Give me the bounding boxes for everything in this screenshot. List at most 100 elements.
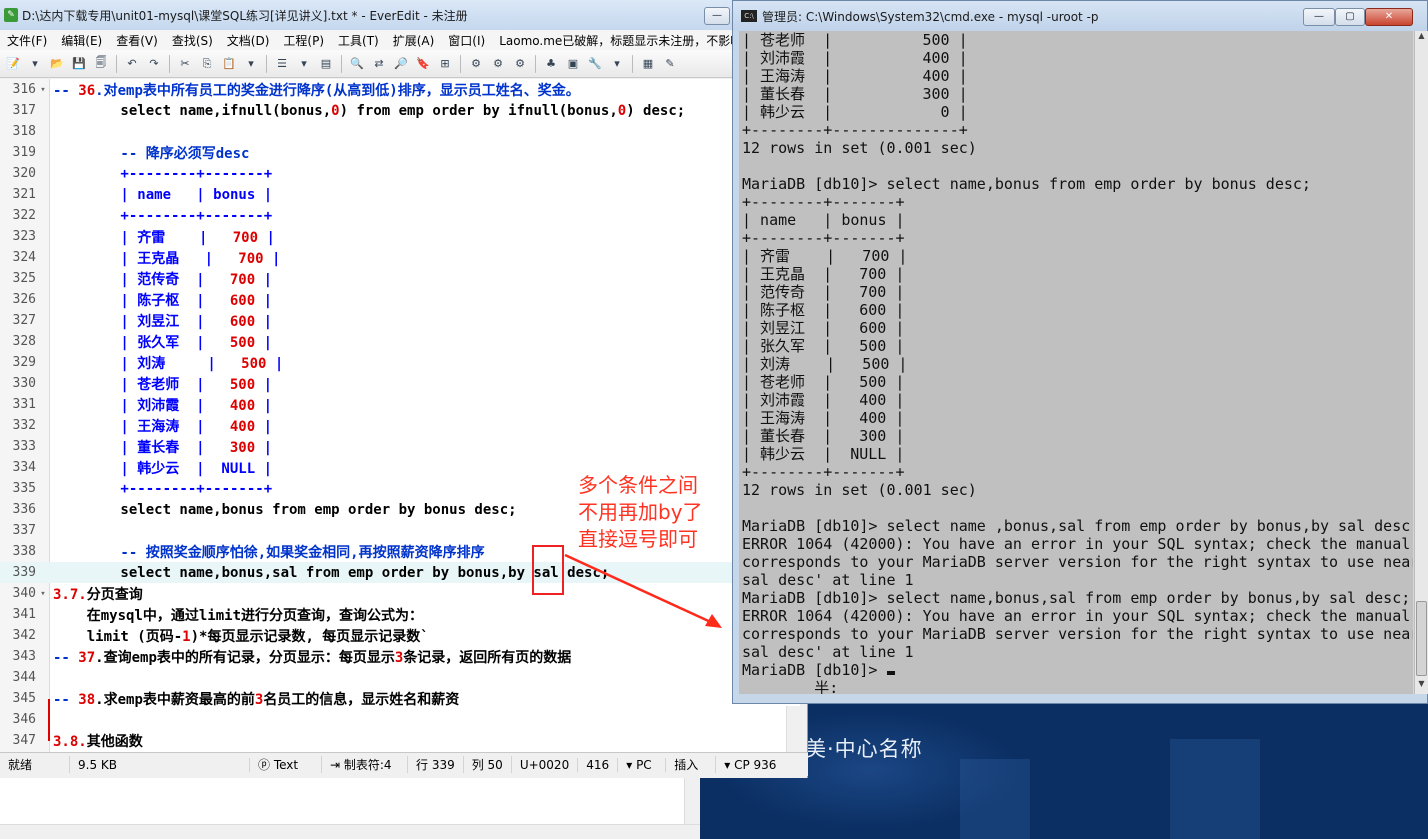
window-icon[interactable]: ▣	[564, 55, 582, 73]
find-in-files-icon[interactable]: 🔎	[392, 55, 410, 73]
macro-record-icon[interactable]: ⚙	[489, 55, 507, 73]
code-token: |	[255, 418, 273, 435]
bookmark-icon[interactable]: 🔖	[414, 55, 432, 73]
menu-item[interactable]: 文件(F)	[0, 32, 54, 49]
cut-icon[interactable]: ✂	[176, 55, 194, 73]
tools-icon[interactable]: 🔧	[586, 55, 604, 73]
code-line[interactable]: 345 -- 38.求emp表中薪资最高的前3名员工的信息，显示姓名和薪资	[0, 688, 800, 709]
code-line[interactable]: 346	[0, 709, 800, 730]
menu-item[interactable]: 文档(D)	[220, 32, 277, 49]
background-horizontal-scrollbar[interactable]	[0, 824, 700, 839]
code-line[interactable]: 347 3.8.其他函数	[0, 730, 800, 751]
code-line[interactable]: 331 | 刘沛霞 | 400 |	[0, 394, 800, 415]
code-line[interactable]: 323 | 齐雷 | 700 |	[0, 226, 800, 247]
code-line[interactable]: 322 +--------+-------+	[0, 205, 800, 226]
code-line[interactable]: 318	[0, 121, 800, 142]
background-vertical-scrollbar[interactable]	[684, 778, 700, 824]
code-line[interactable]: 333 | 董长春 | 300 |	[0, 436, 800, 457]
save-icon[interactable]: 💾	[70, 55, 88, 73]
cmd-console[interactable]: | 苍老师 | 500 | | 刘沛霞 | 400 | | 王海涛 | 400 | |…	[739, 31, 1413, 694]
undo-icon[interactable]: ↶	[123, 55, 141, 73]
format-icon[interactable]: ☰	[273, 55, 291, 73]
code-line[interactable]: 326 | 陈子枢 | 600 |	[0, 289, 800, 310]
copy-icon[interactable]: ⎘	[198, 55, 216, 73]
console-line: | 董长春 | 300 |	[742, 427, 905, 445]
desktop-watermark-text: 美·中心名称	[805, 737, 923, 761]
view-icon[interactable]: ▤	[317, 55, 335, 73]
status-eol[interactable]: ▾ PC	[618, 757, 667, 772]
editor-minimize-button[interactable]: —	[704, 7, 730, 25]
console-line: sal desc' at line 1	[742, 571, 914, 589]
scroll-up-icon[interactable]: ▲	[1415, 31, 1428, 44]
code-text: -- 降序必须写desc	[50, 143, 249, 163]
line-number: 335	[12, 481, 36, 496]
text-mode-label: Text	[273, 758, 299, 772]
minimize-button[interactable]: —	[1303, 8, 1335, 26]
menu-item[interactable]: 查看(V)	[109, 32, 165, 49]
paste-icon[interactable]: 📋	[220, 55, 238, 73]
dropdown-icon[interactable]: ▾	[608, 55, 626, 73]
fold-toggle-icon[interactable]: ▾	[36, 589, 50, 599]
console-line: ERROR 1064 (42000): You have an error in…	[742, 607, 1413, 625]
editor-vertical-scrollbar[interactable]	[786, 706, 800, 752]
save-all-icon[interactable]: 🗐	[92, 55, 110, 73]
code-line[interactable]: 317 select name,ifnull(bonus,0) from emp…	[0, 100, 800, 121]
code-line[interactable]: 330 | 苍老师 | 500 |	[0, 373, 800, 394]
everedit-window: ✎ D:\达内下载专用\unit01-mysql\课堂SQL练习[详见讲义].t…	[0, 0, 808, 778]
console-line: | 王海涛 | 400 |	[742, 409, 905, 427]
status-insert[interactable]: 插入	[666, 756, 717, 773]
cmd-scrollbar[interactable]: ▲ ▼	[1414, 31, 1428, 694]
menu-item[interactable]: 扩展(A)	[386, 32, 442, 49]
fold-toggle-icon[interactable]: ▾	[36, 85, 50, 95]
panel-icon[interactable]: ▦	[639, 55, 657, 73]
open-folder-icon[interactable]: 📂	[48, 55, 66, 73]
status-tab-size[interactable]: ⇥ 制表符:4	[322, 756, 408, 773]
code-line[interactable]: 344	[0, 667, 800, 688]
code-line[interactable]: 327 | 刘昱江 | 600 |	[0, 310, 800, 331]
code-line[interactable]: 325 | 范传奇 | 700 |	[0, 268, 800, 289]
tree-icon[interactable]: ⊞	[436, 55, 454, 73]
code-line[interactable]: 328 | 张久军 | 500 |	[0, 331, 800, 352]
status-codepage[interactable]: ▾ CP 936	[716, 758, 784, 772]
new-file-icon[interactable]: 📝	[4, 55, 22, 73]
code-token: | 董长春 |	[53, 439, 230, 456]
maximize-button[interactable]: ▢	[1335, 8, 1365, 26]
console-line: | 董长春 | 300 |	[742, 85, 968, 103]
editor-title-bar[interactable]: ✎ D:\达内下载专用\unit01-mysql\课堂SQL练习[详见讲义].t…	[0, 0, 807, 30]
code-line[interactable]: 320 +--------+-------+	[0, 163, 800, 184]
menu-item[interactable]: 窗口(I)	[441, 32, 492, 49]
menu-item[interactable]: 编辑(E)	[54, 32, 109, 49]
scroll-down-icon[interactable]: ▼	[1415, 679, 1428, 692]
code-line[interactable]: 321 | name | bonus |	[0, 184, 800, 205]
status-text-mode[interactable]: ⓟ Text	[250, 756, 322, 773]
codepage-label: CP 936	[734, 757, 777, 772]
status-ready: 就绪	[0, 756, 70, 773]
find-icon[interactable]: 🔍	[348, 55, 366, 73]
code-line[interactable]: 329 | 刘涛 | 500 |	[0, 352, 800, 373]
code-line[interactable]: 319 -- 降序必须写desc	[0, 142, 800, 163]
redo-icon[interactable]: ↷	[145, 55, 163, 73]
replace-icon[interactable]: ⇄	[370, 55, 388, 73]
line-number: 329	[12, 355, 36, 370]
code-editor[interactable]: 316 ▾ -- 36.对emp表中所有员工的奖金进行降序(从高到低)排序，显示员工…	[0, 79, 800, 752]
edit-icon[interactable]: ✎	[661, 55, 679, 73]
dropdown-icon[interactable]: ▾	[295, 55, 313, 73]
code-line[interactable]: 316 ▾ -- 36.对emp表中所有员工的奖金进行降序(从高到低)排序，显示员工…	[0, 79, 800, 100]
menu-item[interactable]: 工程(P)	[276, 32, 331, 49]
code-line[interactable]: 332 | 王海涛 | 400 |	[0, 415, 800, 436]
menu-item[interactable]: 工具(T)	[331, 32, 386, 49]
code-token: --	[53, 691, 79, 708]
dropdown-icon[interactable]: ▾	[26, 55, 44, 73]
console-line: | 王海涛 | 400 |	[742, 67, 968, 85]
code-text: select name,bonus,sal from emp order by …	[50, 565, 609, 581]
menu-item[interactable]: 查找(S)	[165, 32, 220, 49]
macro-play-icon[interactable]: ⚙	[511, 55, 529, 73]
scroll-thumb[interactable]	[1416, 601, 1427, 676]
plugin-icon[interactable]: ♣	[542, 55, 560, 73]
code-line[interactable]: 324 | 王克晶 | 700 |	[0, 247, 800, 268]
macro-icon[interactable]: ⚙	[467, 55, 485, 73]
close-button[interactable]: ✕	[1365, 8, 1413, 26]
dropdown-icon[interactable]: ▾	[242, 55, 260, 73]
code-line[interactable]: 343 -- 37.查询emp表中的所有记录，分页显示：每页显示3条记录，返回所有…	[0, 646, 800, 667]
menu-item[interactable]: Laomo.me已破解，标题显示未注册，不影响	[492, 32, 749, 49]
